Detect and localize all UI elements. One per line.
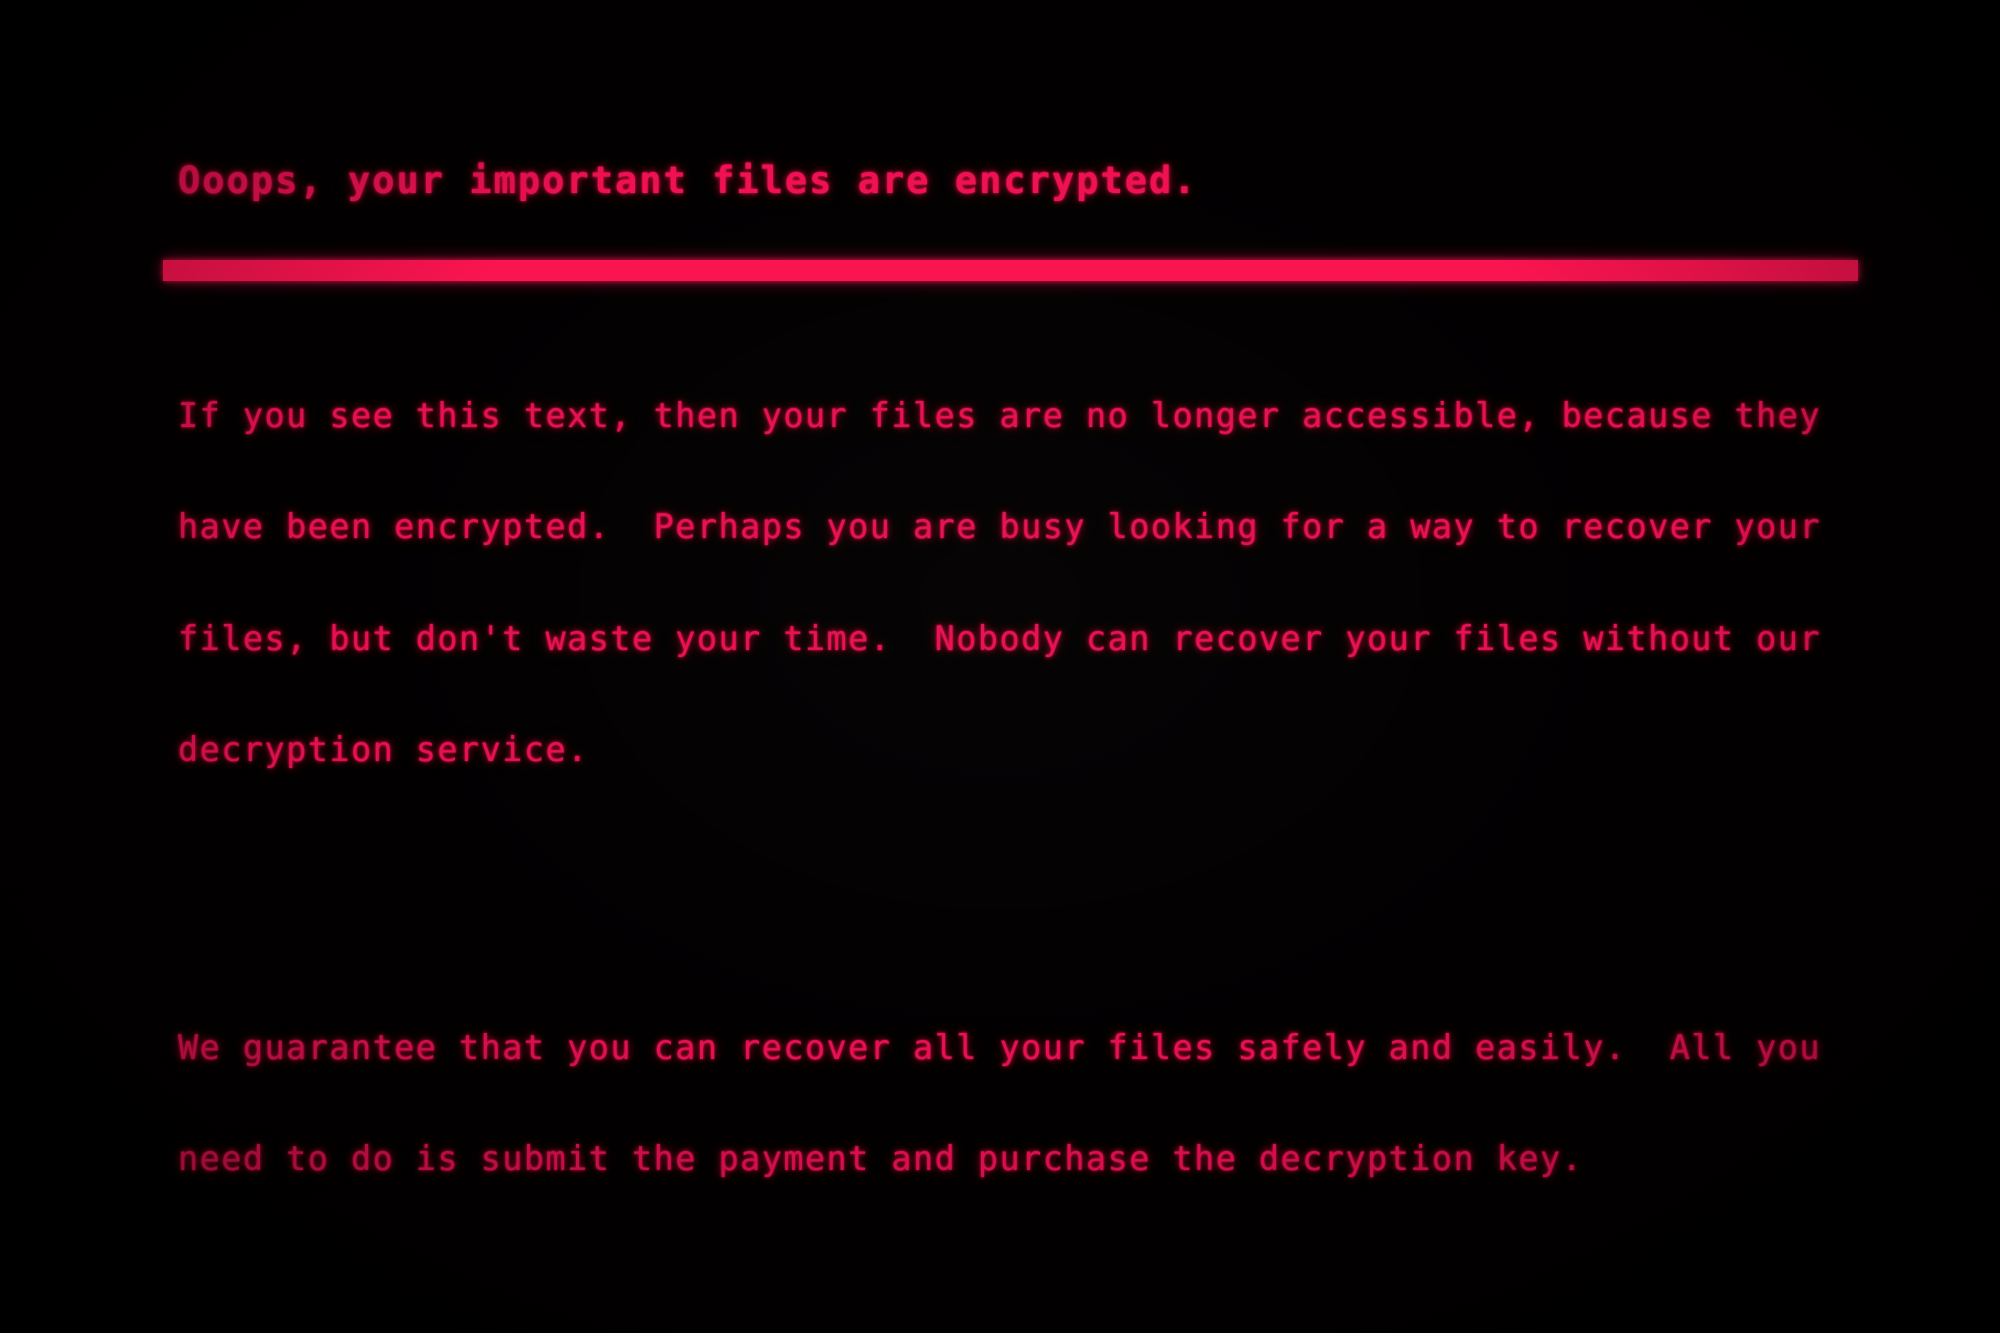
intro-line-1: If you see this text, then your files ar… bbox=[178, 395, 1822, 435]
intro-line-2: have been encrypted. Perhaps you are bus… bbox=[178, 507, 1822, 547]
guarantee-line-1: We guarantee that you can recover all yo… bbox=[178, 1027, 1822, 1067]
guarantee-line-2: need to do is submit the payment and pur… bbox=[178, 1139, 1584, 1179]
ransom-screen: Ooops, your important files are encrypte… bbox=[0, 0, 2000, 1333]
page-title: Ooops, your important files are encrypte… bbox=[178, 159, 1198, 202]
intro-line-4: decryption service. bbox=[178, 730, 589, 770]
intro-line-3: files, but don't waste your time. Nobody… bbox=[178, 618, 1822, 658]
divider-bar bbox=[163, 260, 1858, 281]
ransom-note-body: If you see this text, then your files ar… bbox=[178, 285, 1978, 1333]
